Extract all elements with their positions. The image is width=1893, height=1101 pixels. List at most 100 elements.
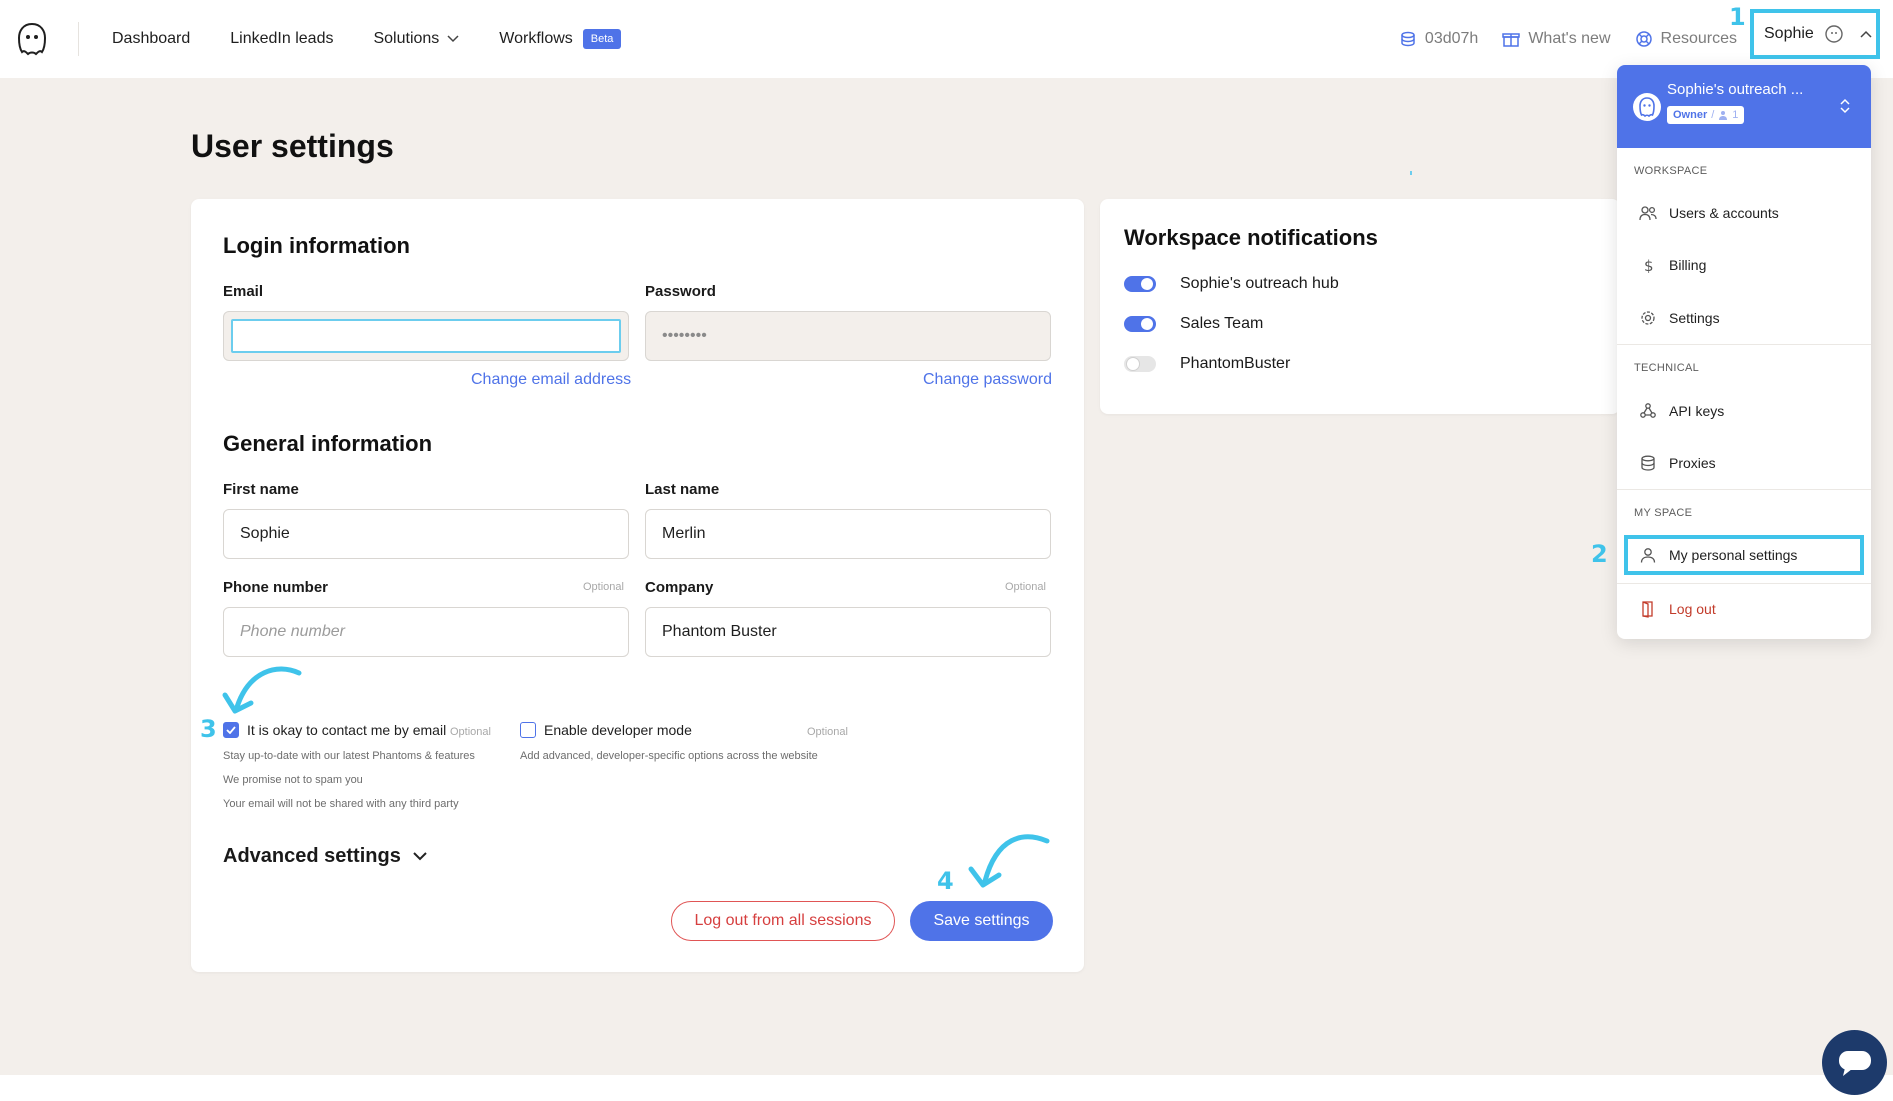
section-workspace: WORKSPACE (1634, 165, 1708, 177)
phone-field[interactable] (223, 607, 629, 657)
contact-email-row: It is okay to contact me by email (223, 722, 446, 738)
menu-api-keys[interactable]: API keys (1639, 402, 1724, 420)
menu-settings[interactable]: Settings (1639, 309, 1720, 327)
notifications-title: Workspace notifications (1124, 225, 1378, 250)
menu-proxies[interactable]: Proxies (1639, 454, 1716, 472)
annotation-1: 1 (1729, 3, 1746, 31)
password-label: Password (645, 283, 716, 300)
developer-mode-label: Enable developer mode (544, 722, 692, 738)
annotation-2: 2 (1591, 540, 1608, 568)
last-name-field[interactable] (645, 509, 1051, 559)
nav-dashboard[interactable]: Dashboard (112, 30, 190, 48)
section-technical: TECHNICAL (1634, 362, 1700, 374)
resources[interactable]: Resources (1635, 30, 1737, 48)
nav-solutions[interactable]: Solutions (373, 30, 459, 48)
menu-users-accounts[interactable]: Users & accounts (1639, 205, 1779, 221)
developer-mode-row: Enable developer mode (520, 722, 692, 738)
beta-badge: Beta (582, 29, 622, 49)
role-badge: Owner / 1 (1667, 106, 1745, 124)
menu-divider (1617, 583, 1871, 584)
chevron-updown-icon (1840, 98, 1850, 114)
change-password-link[interactable]: Change password (923, 371, 1052, 389)
workspace-name: Sophie's outreach ... (1667, 81, 1804, 98)
phantom-avatar-icon (1639, 97, 1655, 118)
user-menu-button[interactable]: Sophie (1750, 9, 1880, 59)
workspace-avatar (1633, 93, 1661, 121)
chevron-down-icon (413, 852, 427, 861)
lifebuoy-icon (1635, 31, 1652, 47)
notification-toggle-sales-team[interactable] (1124, 316, 1156, 332)
menu-log-out[interactable]: Log out (1639, 600, 1716, 618)
whats-new[interactable]: What's new (1502, 30, 1611, 48)
users-icon (1639, 206, 1657, 221)
contact-email-checkbox[interactable] (223, 722, 239, 738)
section-my-space: MY SPACE (1634, 507, 1693, 519)
user-name: Sophie (1764, 25, 1814, 42)
chat-support-button[interactable] (1822, 1030, 1887, 1095)
advanced-settings-toggle[interactable]: Advanced settings (223, 845, 427, 868)
login-info-title: Login information (223, 233, 410, 258)
last-name-label: Last name (645, 481, 720, 498)
first-name-field[interactable] (223, 509, 629, 559)
password-field (645, 311, 1051, 361)
checkmark-icon (226, 726, 236, 734)
gear-icon (1641, 311, 1655, 325)
developer-mode-checkbox[interactable] (520, 722, 536, 738)
advanced-settings-label: Advanced settings (223, 845, 401, 867)
chevron-up-icon (1860, 30, 1872, 38)
workspace-notifications-card: Workspace notifications Sophie's outreac… (1100, 199, 1620, 414)
change-email-link[interactable]: Change email address (471, 371, 631, 389)
nav-linkedin-leads[interactable]: LinkedIn leads (230, 30, 333, 48)
phone-optional: Optional (583, 581, 624, 593)
coins-icon (1401, 31, 1415, 47)
notification-row: PhantomBuster (1124, 355, 1290, 373)
database-icon (1641, 455, 1655, 471)
notification-label: Sophie's outreach hub (1180, 275, 1339, 292)
nav-workflows[interactable]: Workflows Beta (499, 29, 622, 49)
gift-icon (1502, 33, 1521, 47)
contact-help-1: Stay up-to-date with our latest Phantoms… (223, 750, 475, 762)
annotation-arrow-3 (222, 666, 302, 714)
chat-icon (1838, 1050, 1871, 1076)
menu-billing[interactable]: $ Billing (1639, 257, 1706, 273)
menu-my-personal-settings[interactable]: My personal settings (1639, 546, 1797, 564)
notification-toggle-phantombuster[interactable] (1124, 356, 1156, 372)
menu-divider (1617, 489, 1871, 490)
nav-divider (78, 22, 79, 56)
first-name-label: First name (223, 481, 299, 498)
email-field[interactable] (231, 319, 621, 353)
user-settings-card: Login information Email Change email add… (191, 199, 1084, 972)
general-info-title: General information (223, 431, 433, 456)
menu-divider (1617, 344, 1871, 345)
door-exit-icon (1642, 601, 1653, 618)
time-remaining[interactable]: 03d07h (1399, 30, 1478, 48)
annotation-3: 3 (200, 715, 217, 743)
logout-all-sessions-button[interactable]: Log out from all sessions (671, 901, 895, 941)
workspace-switcher[interactable]: Sophie's outreach ... Owner / 1 (1617, 65, 1871, 148)
email-field-wrapper (223, 311, 629, 361)
contact-help-2: We promise not to spam you (223, 774, 363, 786)
notification-toggle-outreach-hub[interactable] (1124, 276, 1156, 292)
annotation-4: 4 (937, 867, 954, 895)
contact-help-3: Your email will not be shared with any t… (223, 798, 459, 810)
user-icon (1719, 111, 1728, 120)
webhook-icon (1640, 403, 1656, 418)
avatar-icon (1825, 25, 1843, 43)
email-label: Email (223, 283, 264, 300)
company-optional: Optional (1005, 581, 1046, 593)
dollar-icon: $ (1644, 257, 1654, 273)
phantom-logo-icon[interactable] (16, 22, 48, 56)
chevron-down-icon (447, 35, 459, 43)
page-footer (0, 1075, 1893, 1101)
company-label: Company (645, 579, 714, 596)
developer-optional: Optional (807, 726, 848, 738)
decorative-mark (1410, 171, 1412, 175)
company-field[interactable] (645, 607, 1051, 657)
notification-label: PhantomBuster (1180, 355, 1291, 372)
notification-label: Sales Team (1180, 315, 1264, 332)
phone-label: Phone number (223, 579, 329, 596)
contact-optional: Optional (450, 726, 491, 738)
save-settings-button[interactable]: Save settings (910, 901, 1053, 941)
developer-help: Add advanced, developer-specific options… (520, 750, 818, 762)
user-icon (1640, 548, 1656, 563)
